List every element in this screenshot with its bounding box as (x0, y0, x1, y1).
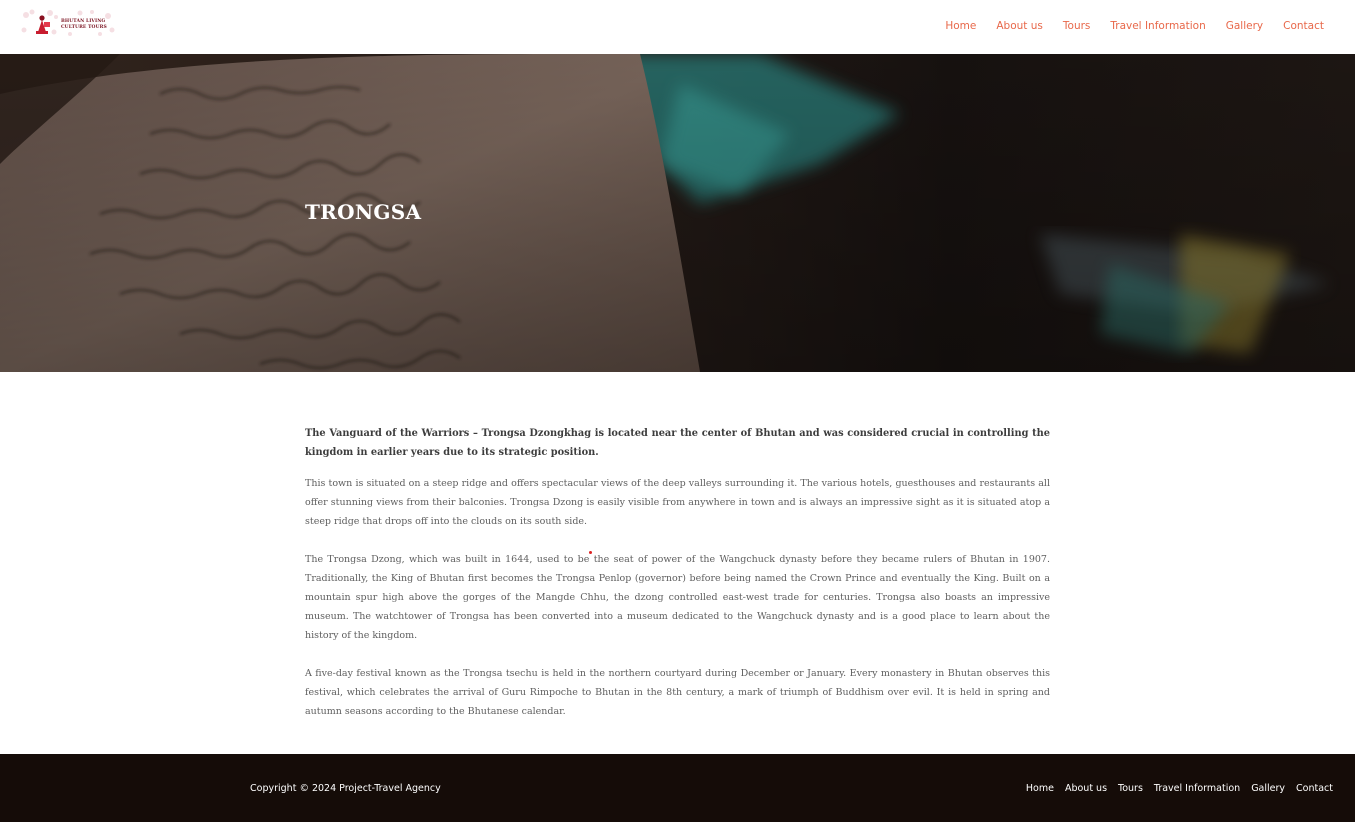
copyright-text: Copyright © 2024 Project-Travel Agency (250, 783, 441, 794)
nav-about-us[interactable]: About us (996, 20, 1043, 32)
lead-paragraph: The Vanguard of the Warriors – Trongsa D… (305, 428, 1050, 458)
main-nav: Home About us Tours Travel Information G… (945, 20, 1324, 32)
nav-tours[interactable]: Tours (1063, 20, 1091, 32)
hero-banner: TRONGSA (0, 54, 1355, 372)
hero-background-image (0, 54, 1355, 372)
site-logo[interactable]: BHUTAN LIVING CULTURE TOURS (20, 8, 116, 38)
cursor-dot (589, 551, 592, 554)
footer-nav-about-us[interactable]: About us (1065, 783, 1107, 794)
article-content: The Vanguard of the Warriors – Trongsa D… (305, 424, 1050, 721)
nav-home[interactable]: Home (945, 20, 976, 32)
footer-nav-home[interactable]: Home (1026, 783, 1054, 794)
nav-contact[interactable]: Contact (1283, 20, 1324, 32)
paragraph: This town is situated on a steep ridge a… (305, 478, 1050, 527)
site-footer: Copyright © 2024 Project-Travel Agency H… (0, 754, 1355, 822)
nav-travel-information[interactable]: Travel Information (1110, 20, 1205, 32)
footer-nav-contact[interactable]: Contact (1296, 783, 1333, 794)
paragraph: The Trongsa Dzong, which was built in 16… (305, 554, 1050, 641)
footer-nav-travel-information[interactable]: Travel Information (1154, 783, 1240, 794)
logo-line-2: CULTURE TOURS (61, 25, 107, 30)
nav-gallery[interactable]: Gallery (1226, 20, 1263, 32)
footer-nav-gallery[interactable]: Gallery (1251, 783, 1285, 794)
footer-nav-tours[interactable]: Tours (1118, 783, 1143, 794)
site-header: BHUTAN LIVING CULTURE TOURS Home About u… (0, 0, 1355, 54)
paragraph: A five-day festival known as the Trongsa… (305, 668, 1050, 717)
footer-nav: Home About us Tours Travel Information G… (1026, 783, 1333, 794)
page-title: TRONGSA (305, 200, 422, 224)
logo-text: BHUTAN LIVING CULTURE TOURS (61, 19, 107, 31)
